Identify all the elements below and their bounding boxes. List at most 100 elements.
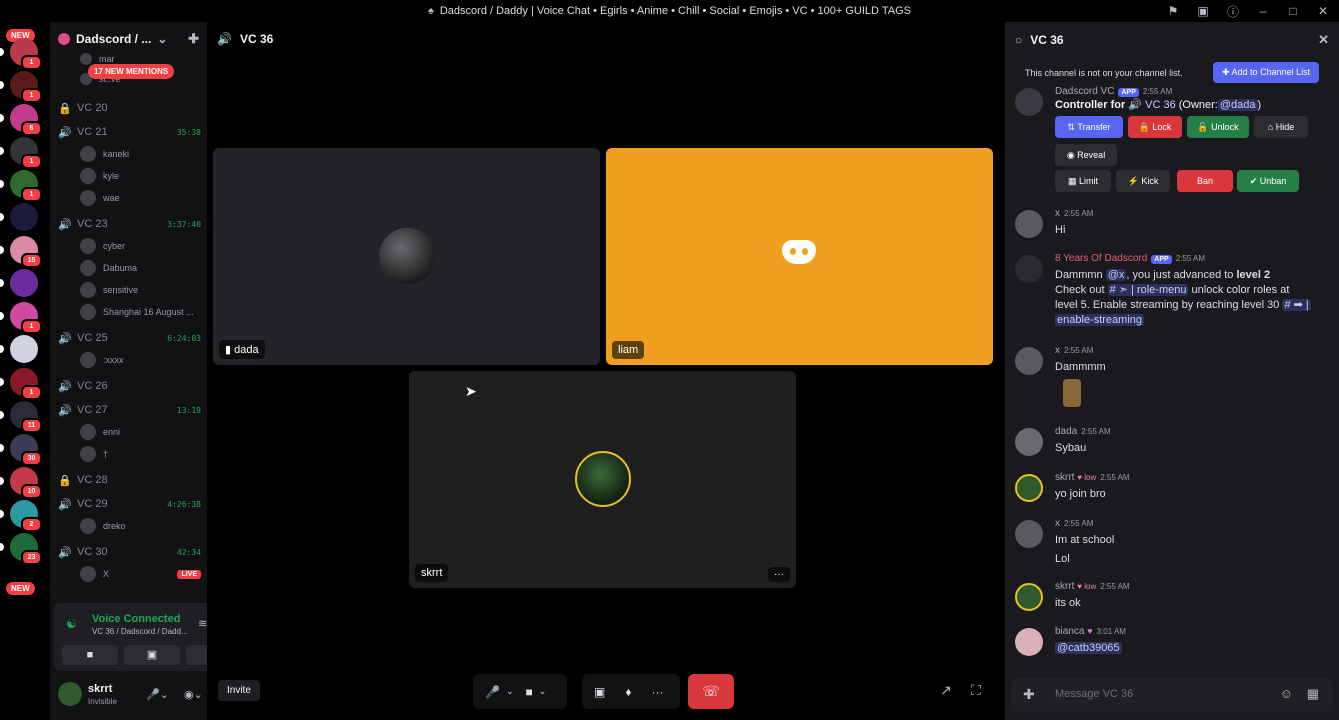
screen-share-button[interactable]: ▣ — [124, 645, 180, 665]
server-icon[interactable]: 23 — [0, 533, 42, 565]
voice-subtitle[interactable]: VC 36 / Dadscord / Dadd... — [92, 627, 192, 636]
plus-icon[interactable]: ✚ — [1023, 686, 1035, 703]
guild-header[interactable]: Dadscord / ... ⌄ ✚ — [50, 22, 207, 56]
chevron-down-icon[interactable]: ⌄ — [539, 686, 547, 697]
voice-user[interactable]: Shanghai 16 August ... — [80, 302, 201, 322]
avatar[interactable] — [1015, 428, 1043, 456]
video-off-button[interactable]: ■ — [62, 645, 118, 665]
voice-user-name: Dabuma — [103, 263, 138, 273]
minimize-icon[interactable]: – — [1255, 4, 1271, 18]
screen-icon[interactable]: ▣ — [1195, 4, 1211, 18]
voice-user[interactable]: kyle — [80, 166, 201, 186]
fullscreen-icon[interactable]: ⛶ — [971, 682, 981, 699]
activities-icon[interactable]: ♦ — [625, 685, 631, 699]
close-icon[interactable]: ✕ — [1318, 32, 1329, 48]
server-icon[interactable]: 1 — [0, 368, 42, 400]
avatar[interactable] — [1015, 210, 1043, 238]
voice-user[interactable]: † — [80, 444, 201, 464]
new-mentions-badge[interactable]: 17 NEW MENTIONS — [88, 64, 175, 79]
ban-button[interactable]: Ban — [1177, 170, 1233, 192]
server-icon[interactable] — [0, 203, 38, 231]
avatar[interactable] — [1015, 255, 1043, 283]
unlock-button[interactable]: 🔓 Unlock — [1187, 116, 1249, 138]
sticker-image[interactable] — [1063, 379, 1081, 407]
emoji-icon[interactable]: ☺ — [1280, 686, 1293, 701]
noise-suppression-icon[interactable]: ≋ — [198, 617, 207, 630]
server-icon[interactable]: 1 — [0, 170, 42, 202]
inbox-flag-icon[interactable]: ⚑ — [1165, 4, 1181, 18]
server-icon[interactable]: 6 — [0, 104, 42, 136]
message-composer[interactable]: ✚ Message VC 36 ☺ ▦ — [1011, 678, 1333, 712]
video-tile-skrrt[interactable]: skrrt ··· — [409, 371, 796, 588]
voice-user[interactable]: X LIVE — [80, 564, 201, 584]
transfer-button[interactable]: ⇅ Transfer — [1055, 116, 1123, 138]
server-icon[interactable]: 1 — [0, 137, 42, 169]
maximize-icon[interactable]: □ — [1285, 4, 1301, 18]
server-icon[interactable]: 30 — [0, 434, 42, 466]
message-input[interactable]: Message VC 36 — [1055, 688, 1133, 700]
voice-user[interactable]: cyber — [80, 236, 201, 256]
server-icon[interactable] — [0, 269, 38, 297]
server-icon[interactable]: 1 — [0, 302, 42, 334]
unban-button[interactable]: ✔ Unban — [1237, 170, 1299, 192]
server-icon[interactable] — [0, 335, 38, 363]
chevron-down-icon[interactable]: ⌄ — [157, 32, 167, 46]
avatar[interactable] — [1015, 347, 1043, 375]
voice-channel[interactable]: 🔊 VC 23 3:37:40 — [58, 214, 201, 234]
close-window-icon[interactable]: ✕ — [1315, 4, 1331, 18]
limit-button[interactable]: ▦ Limit — [1055, 170, 1111, 192]
avatar[interactable] — [1015, 520, 1043, 548]
voice-channel[interactable]: 🔊 VC 30 42:34 — [58, 542, 201, 562]
more-icon[interactable]: ··· — [651, 685, 663, 699]
voice-user[interactable]: dreko — [80, 516, 201, 536]
voice-channel[interactable]: 🔒 VC 28 — [58, 470, 201, 490]
apps-icon[interactable]: ▦ — [1307, 686, 1319, 702]
server-icon[interactable]: 1 — [0, 38, 42, 70]
voice-channel[interactable]: 🔊 VC 27 13:19 — [58, 400, 201, 420]
more-options-button[interactable]: ··· — [768, 567, 790, 582]
screen-share-icon[interactable]: ▣ — [594, 685, 605, 699]
avatar[interactable] — [1015, 628, 1043, 656]
server-icon[interactable]: 11 — [0, 401, 42, 433]
voice-user[interactable]: :xxxx — [80, 350, 201, 370]
leave-call-button[interactable]: ☏ — [688, 674, 734, 709]
microphone-icon[interactable]: 🎤 — [485, 685, 500, 699]
video-tile-liam[interactable]: liam — [606, 148, 993, 365]
server-icon[interactable]: 1 — [0, 71, 42, 103]
avatar[interactable] — [58, 682, 82, 706]
voice-user[interactable]: enni — [80, 422, 201, 442]
kick-button[interactable]: ⚡ Kick — [1116, 170, 1170, 192]
reveal-button[interactable]: ◉ Reveal — [1055, 144, 1117, 166]
chevron-down-icon[interactable]: ⌄ — [506, 686, 514, 697]
hide-button[interactable]: ⌂ Hide — [1254, 116, 1308, 138]
user-name[interactable]: skrrt — [88, 683, 112, 695]
camera-off-icon[interactable]: ■ — [526, 685, 533, 699]
voice-channel[interactable]: 🔊 VC 25 6:24:03 — [58, 328, 201, 348]
invite-button[interactable]: Invite — [218, 680, 260, 701]
voice-channel[interactable]: 🔊 VC 29 4:26:38 — [58, 494, 201, 514]
add-to-channel-list-button[interactable]: ✚ Add to Channel List — [1213, 62, 1320, 83]
video-tile-dada[interactable]: ▮ dada — [213, 148, 600, 365]
avatar[interactable] — [1015, 88, 1043, 116]
server-icon[interactable]: 15 — [0, 236, 42, 268]
voice-channel[interactable]: 🔊 VC 21 35:38 — [58, 122, 201, 142]
voice-user[interactable]: Dabuma — [80, 258, 201, 278]
headphones-icon[interactable]: ◉⌄ — [184, 688, 203, 701]
add-user-icon[interactable]: ✚ — [188, 31, 199, 47]
microphone-icon[interactable]: 🎤⌄ — [146, 688, 169, 701]
voice-channel[interactable]: 🔊 VC 26 — [58, 376, 201, 396]
popout-icon[interactable]: ↗ — [940, 682, 952, 699]
avatar[interactable] — [1015, 583, 1043, 611]
signal-icon[interactable]: ☯ — [66, 617, 77, 631]
server-icon[interactable]: 10 — [0, 467, 42, 499]
server-icon[interactable]: 2 — [0, 500, 42, 532]
avatar[interactable] — [1015, 474, 1043, 502]
activities-button[interactable]: ◆ — [186, 645, 207, 665]
help-icon[interactable]: ⓘ — [1225, 3, 1241, 20]
voice-user[interactable]: kaneki — [80, 144, 201, 164]
voice-user[interactable]: wae — [80, 188, 201, 208]
voice-channel[interactable]: 🔒 VC 20 — [58, 98, 201, 118]
lock-button[interactable]: 🔒 Lock — [1128, 116, 1182, 138]
voice-user[interactable]: sensitive — [80, 280, 201, 300]
unread-pill — [0, 81, 4, 89]
